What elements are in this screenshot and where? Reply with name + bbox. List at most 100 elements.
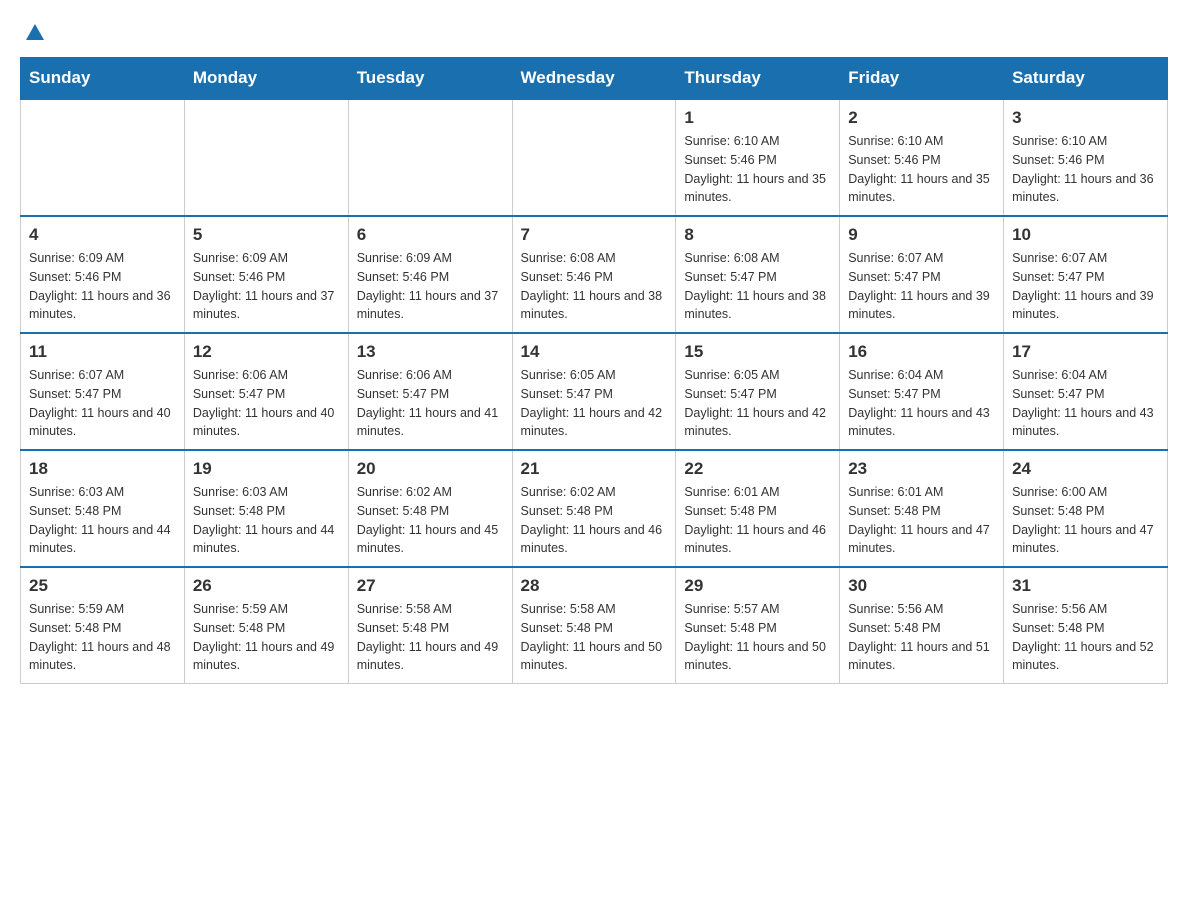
calendar-day-cell: 19 Sunrise: 6:03 AM Sunset: 5:48 PM Dayli…	[184, 450, 348, 567]
calendar-header-tuesday: Tuesday	[348, 58, 512, 100]
day-info: Sunrise: 6:07 AM Sunset: 5:47 PM Dayligh…	[1012, 249, 1159, 324]
calendar-day-cell: 3 Sunrise: 6:10 AM Sunset: 5:46 PM Daylig…	[1004, 99, 1168, 216]
day-number: 5	[193, 225, 340, 245]
day-info: Sunrise: 5:59 AM Sunset: 5:48 PM Dayligh…	[29, 600, 176, 675]
day-number: 16	[848, 342, 995, 362]
day-info: Sunrise: 6:03 AM Sunset: 5:48 PM Dayligh…	[193, 483, 340, 558]
calendar-day-cell: 7 Sunrise: 6:08 AM Sunset: 5:46 PM Daylig…	[512, 216, 676, 333]
day-number: 25	[29, 576, 176, 596]
calendar-header-wednesday: Wednesday	[512, 58, 676, 100]
day-info: Sunrise: 5:58 AM Sunset: 5:48 PM Dayligh…	[357, 600, 504, 675]
calendar-week-row: 11Sunrise: 6:07 AM Sunset: 5:47 PM Dayli…	[21, 333, 1168, 450]
day-number: 17	[1012, 342, 1159, 362]
calendar-day-cell: 26 Sunrise: 5:59 AM Sunset: 5:48 PM Dayli…	[184, 567, 348, 684]
day-info: Sunrise: 6:01 AM Sunset: 5:48 PM Dayligh…	[848, 483, 995, 558]
calendar-day-cell: 15 Sunrise: 6:05 AM Sunset: 5:47 PM Dayli…	[676, 333, 840, 450]
calendar-day-cell: 25 Sunrise: 5:59 AM Sunset: 5:48 PM Dayli…	[21, 567, 185, 684]
day-info: Sunrise: 6:03 AM Sunset: 5:48 PM Dayligh…	[29, 483, 176, 558]
day-number: 19	[193, 459, 340, 479]
calendar-day-cell: 12 Sunrise: 6:06 AM Sunset: 5:47 PM Dayli…	[184, 333, 348, 450]
day-number: 29	[684, 576, 831, 596]
calendar-week-row: 25 Sunrise: 5:59 AM Sunset: 5:48 PM Dayli…	[21, 567, 1168, 684]
calendar-day-cell: 5 Sunrise: 6:09 AM Sunset: 5:46 PM Daylig…	[184, 216, 348, 333]
calendar-day-cell: 17 Sunrise: 6:04 AM Sunset: 5:47 PM Dayli…	[1004, 333, 1168, 450]
day-info: Sunrise: 6:05 AM Sunset: 5:47 PM Dayligh…	[521, 366, 668, 441]
calendar-header-monday: Monday	[184, 58, 348, 100]
day-info: Sunrise: 6:08 AM Sunset: 5:46 PM Dayligh…	[521, 249, 668, 324]
day-number: 8	[684, 225, 831, 245]
day-number: 28	[521, 576, 668, 596]
day-info: Sunrise: 6:04 AM Sunset: 5:47 PM Dayligh…	[848, 366, 995, 441]
calendar-week-row: 1 Sunrise: 6:10 AM Sunset: 5:46 PM Daylig…	[21, 99, 1168, 216]
day-number: 13	[357, 342, 504, 362]
day-info: Sunrise: 5:56 AM Sunset: 5:48 PM Dayligh…	[848, 600, 995, 675]
calendar-day-cell: 24 Sunrise: 6:00 AM Sunset: 5:48 PM Dayli…	[1004, 450, 1168, 567]
calendar-day-cell: 10 Sunrise: 6:07 AM Sunset: 5:47 PM Dayli…	[1004, 216, 1168, 333]
day-number: 27	[357, 576, 504, 596]
calendar-header-friday: Friday	[840, 58, 1004, 100]
day-number: 15	[684, 342, 831, 362]
day-number: 12	[193, 342, 340, 362]
calendar-header-sunday: Sunday	[21, 58, 185, 100]
day-number: 11	[29, 342, 176, 362]
day-info: Sunrise: 6:10 AM Sunset: 5:46 PM Dayligh…	[1012, 132, 1159, 207]
day-number: 2	[848, 108, 995, 128]
calendar-day-cell: 27 Sunrise: 5:58 AM Sunset: 5:48 PM Dayli…	[348, 567, 512, 684]
day-number: 21	[521, 459, 668, 479]
calendar-day-cell: 23 Sunrise: 6:01 AM Sunset: 5:48 PM Dayli…	[840, 450, 1004, 567]
calendar-table: SundayMondayTuesdayWednesdayThursdayFrid…	[20, 57, 1168, 684]
day-number: 1	[684, 108, 831, 128]
day-number: 26	[193, 576, 340, 596]
calendar-day-cell	[21, 99, 185, 216]
day-info: Sunrise: 6:07 AM Sunset: 5:47 PM Dayligh…	[848, 249, 995, 324]
day-number: 3	[1012, 108, 1159, 128]
calendar-day-cell: 13 Sunrise: 6:06 AM Sunset: 5:47 PM Dayli…	[348, 333, 512, 450]
calendar-day-cell: 11Sunrise: 6:07 AM Sunset: 5:47 PM Dayli…	[21, 333, 185, 450]
day-number: 4	[29, 225, 176, 245]
day-info: Sunrise: 6:10 AM Sunset: 5:46 PM Dayligh…	[684, 132, 831, 207]
day-info: Sunrise: 5:56 AM Sunset: 5:48 PM Dayligh…	[1012, 600, 1159, 675]
day-info: Sunrise: 5:58 AM Sunset: 5:48 PM Dayligh…	[521, 600, 668, 675]
calendar-day-cell: 16 Sunrise: 6:04 AM Sunset: 5:47 PM Dayli…	[840, 333, 1004, 450]
day-number: 10	[1012, 225, 1159, 245]
day-info: Sunrise: 6:00 AM Sunset: 5:48 PM Dayligh…	[1012, 483, 1159, 558]
day-info: Sunrise: 6:04 AM Sunset: 5:47 PM Dayligh…	[1012, 366, 1159, 441]
day-number: 20	[357, 459, 504, 479]
day-info: Sunrise: 6:09 AM Sunset: 5:46 PM Dayligh…	[357, 249, 504, 324]
day-info: Sunrise: 5:59 AM Sunset: 5:48 PM Dayligh…	[193, 600, 340, 675]
calendar-week-row: 4 Sunrise: 6:09 AM Sunset: 5:46 PM Daylig…	[21, 216, 1168, 333]
day-info: Sunrise: 6:10 AM Sunset: 5:46 PM Dayligh…	[848, 132, 995, 207]
day-number: 23	[848, 459, 995, 479]
day-number: 7	[521, 225, 668, 245]
day-info: Sunrise: 6:01 AM Sunset: 5:48 PM Dayligh…	[684, 483, 831, 558]
day-info: Sunrise: 5:57 AM Sunset: 5:48 PM Dayligh…	[684, 600, 831, 675]
calendar-day-cell	[512, 99, 676, 216]
day-info: Sunrise: 6:06 AM Sunset: 5:47 PM Dayligh…	[193, 366, 340, 441]
day-info: Sunrise: 6:05 AM Sunset: 5:47 PM Dayligh…	[684, 366, 831, 441]
calendar-header-thursday: Thursday	[676, 58, 840, 100]
calendar-day-cell: 1 Sunrise: 6:10 AM Sunset: 5:46 PM Daylig…	[676, 99, 840, 216]
calendar-header-row: SundayMondayTuesdayWednesdayThursdayFrid…	[21, 58, 1168, 100]
day-info: Sunrise: 6:09 AM Sunset: 5:46 PM Dayligh…	[29, 249, 176, 324]
day-info: Sunrise: 6:06 AM Sunset: 5:47 PM Dayligh…	[357, 366, 504, 441]
day-number: 14	[521, 342, 668, 362]
day-info: Sunrise: 6:09 AM Sunset: 5:46 PM Dayligh…	[193, 249, 340, 324]
calendar-day-cell: 30 Sunrise: 5:56 AM Sunset: 5:48 PM Dayli…	[840, 567, 1004, 684]
day-number: 22	[684, 459, 831, 479]
calendar-day-cell: 4 Sunrise: 6:09 AM Sunset: 5:46 PM Daylig…	[21, 216, 185, 333]
calendar-day-cell: 28 Sunrise: 5:58 AM Sunset: 5:48 PM Dayli…	[512, 567, 676, 684]
calendar-day-cell: 29 Sunrise: 5:57 AM Sunset: 5:48 PM Dayli…	[676, 567, 840, 684]
calendar-day-cell: 18Sunrise: 6:03 AM Sunset: 5:48 PM Dayli…	[21, 450, 185, 567]
logo	[20, 20, 46, 47]
calendar-day-cell: 20Sunrise: 6:02 AM Sunset: 5:48 PM Dayli…	[348, 450, 512, 567]
calendar-header-saturday: Saturday	[1004, 58, 1168, 100]
calendar-day-cell: 2 Sunrise: 6:10 AM Sunset: 5:46 PM Daylig…	[840, 99, 1004, 216]
calendar-week-row: 18Sunrise: 6:03 AM Sunset: 5:48 PM Dayli…	[21, 450, 1168, 567]
calendar-day-cell: 22 Sunrise: 6:01 AM Sunset: 5:48 PM Dayli…	[676, 450, 840, 567]
day-number: 6	[357, 225, 504, 245]
calendar-day-cell: 31Sunrise: 5:56 AM Sunset: 5:48 PM Dayli…	[1004, 567, 1168, 684]
calendar-day-cell: 21Sunrise: 6:02 AM Sunset: 5:48 PM Dayli…	[512, 450, 676, 567]
calendar-day-cell: 6 Sunrise: 6:09 AM Sunset: 5:46 PM Daylig…	[348, 216, 512, 333]
day-number: 24	[1012, 459, 1159, 479]
day-number: 30	[848, 576, 995, 596]
